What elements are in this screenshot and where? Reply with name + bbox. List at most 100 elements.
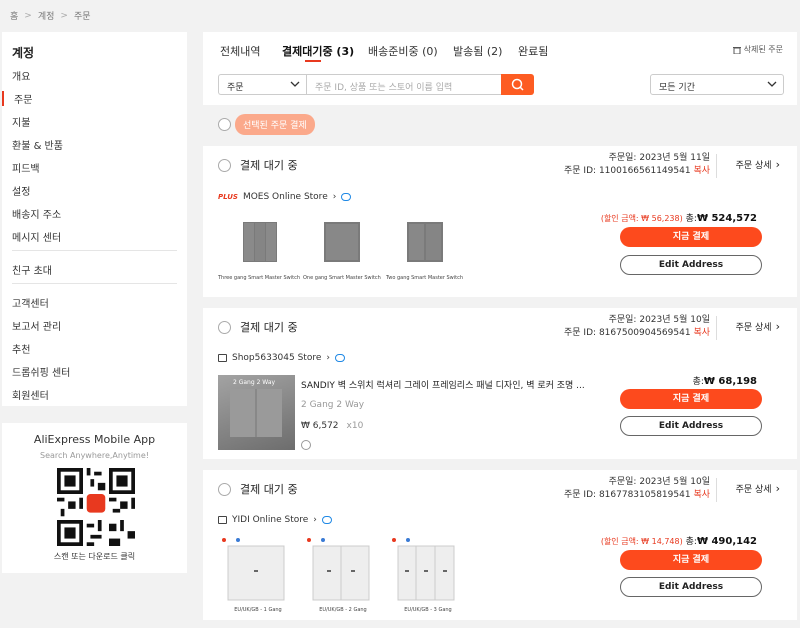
sidebar-item-dropshipping[interactable]: 드롭쉬핑 센터 xyxy=(12,364,70,379)
sidebar-item-reports[interactable]: 보고서 관리 xyxy=(12,318,61,333)
product-thumbnail[interactable]: Three gang Smart Master Switch xyxy=(218,216,300,281)
tab-preparing[interactable]: 배송준비중 (0) xyxy=(368,43,438,59)
pay-now-button[interactable]: 지금 결제 xyxy=(620,389,762,409)
sidebar-item-recommend[interactable]: 추천 xyxy=(12,341,30,356)
edit-address-button[interactable]: Edit Address xyxy=(620,255,762,275)
sidebar-item-membership[interactable]: 회원센터 xyxy=(12,387,49,402)
sidebar-item-refunds[interactable]: 환불 & 반품 xyxy=(12,137,63,152)
store-name[interactable]: Shop5633045 Store xyxy=(232,353,321,363)
sidebar-item-payment[interactable]: 지불 xyxy=(12,114,30,129)
order-detail-label: 주문 상세 xyxy=(735,485,772,495)
sidebar-item-settings[interactable]: 설정 xyxy=(12,183,30,198)
order-status-row: 결제 대기 중 xyxy=(218,319,298,335)
product-image[interactable]: 2 Gang 2 Way xyxy=(218,375,295,450)
order-checkbox[interactable] xyxy=(218,482,231,496)
order-detail-link[interactable]: 주문 상세 › xyxy=(736,320,780,333)
total-label: 총: xyxy=(685,537,697,547)
tab-awaiting-payment[interactable]: 결제대기중 (3) xyxy=(282,43,354,59)
order-checkbox[interactable] xyxy=(218,158,231,172)
product-thumbnail[interactable]: Two gang Smart Master Switch xyxy=(386,216,463,281)
breadcrumb-account[interactable]: 계정 xyxy=(38,9,55,22)
order-date: 2023년 5월 10일 xyxy=(639,315,710,325)
mobile-app-promo: AliExpress Mobile App Search Anywhere,An… xyxy=(2,423,187,573)
select-all-checkbox[interactable] xyxy=(218,118,231,131)
sidebar-item-overview[interactable]: 개요 xyxy=(12,68,30,83)
chat-icon[interactable] xyxy=(321,516,332,524)
product-title[interactable]: SANDIY 벽 스위치 럭셔리 그레이 프레임리스 패널 디자인, 벽 로커 … xyxy=(301,378,601,391)
order-total: (할인 금액: ₩ 56,238) 총:₩ 524,572 xyxy=(601,211,757,224)
order-detail-link[interactable]: 주문 상세 › xyxy=(736,158,780,171)
store-row[interactable]: PLUS MOES Online Store › xyxy=(218,192,352,202)
product-thumbnail[interactable]: EU/UK/GB - 1 Gang xyxy=(218,536,298,613)
search-input[interactable]: 주문 ID, 상품 또는 스토어 이름 입력 xyxy=(306,74,502,95)
store-name[interactable]: YIDI Online Store xyxy=(232,515,308,525)
order-date: 2023년 5월 10일 xyxy=(639,477,710,487)
chevron-right-icon: › xyxy=(326,353,330,363)
search-type-select[interactable]: 주문 xyxy=(218,74,306,95)
plus-badge: PLUS xyxy=(218,193,238,201)
chat-icon[interactable] xyxy=(341,193,352,201)
order-status-row: 결제 대기 중 xyxy=(218,157,298,173)
pay-selected-button[interactable]: 선택된 주문 결제 xyxy=(235,114,315,135)
sidebar-item-support[interactable]: 고객센터 xyxy=(12,295,49,310)
active-tab-indicator xyxy=(305,60,321,62)
sidebar-item-invite[interactable]: 친구 초대 xyxy=(12,262,52,277)
order-total: 총:₩ 68,198 xyxy=(693,374,757,387)
chat-icon[interactable] xyxy=(334,354,345,362)
order-detail-label: 주문 상세 xyxy=(735,323,772,333)
breadcrumb-separator: > xyxy=(60,10,68,21)
tab-all[interactable]: 전체내역 xyxy=(220,43,260,59)
product-caption: EU/UK/GB - 3 Gang xyxy=(404,607,452,613)
trash-icon xyxy=(732,46,741,54)
sidebar-item-orders[interactable]: 주문 xyxy=(2,91,187,106)
discount-amount: (할인 금액: ₩ 14,748) xyxy=(600,537,683,546)
chevron-down-icon xyxy=(290,81,300,87)
product-caption: EU/UK/GB - 1 Gang xyxy=(234,607,282,613)
product-thumbnail[interactable]: EU/UK/GB - 3 Gang xyxy=(388,536,468,613)
switch-product-image xyxy=(323,222,360,262)
store-row[interactable]: Shop5633045 Store › xyxy=(218,353,345,363)
switch-product-image xyxy=(230,389,282,437)
app-title: AliExpress Mobile App xyxy=(33,433,156,446)
order-checkbox[interactable] xyxy=(218,320,231,334)
sidebar-item-messages[interactable]: 메시지 센터 xyxy=(12,229,61,244)
tab-shipped[interactable]: 발송됨 (2) xyxy=(453,43,502,59)
chevron-down-icon xyxy=(767,81,777,87)
product-price: ₩ 6,572 xyxy=(301,421,339,431)
breadcrumb-home[interactable]: 홈 xyxy=(10,9,18,22)
order-detail-link[interactable]: 주문 상세 › xyxy=(736,482,780,495)
qr-code-icon[interactable] xyxy=(57,468,135,546)
copy-order-id-link[interactable]: 복사 xyxy=(693,166,710,176)
copy-order-id-link[interactable]: 복사 xyxy=(693,490,710,500)
switch-product-image xyxy=(303,536,383,601)
deleted-orders-link[interactable]: 삭제된 주문 xyxy=(732,44,783,55)
pay-now-button[interactable]: 지금 결제 xyxy=(620,227,762,247)
chevron-right-icon: › xyxy=(775,158,780,171)
order-meta: 주문일: 2023년 5월 10일 주문 ID: 816750090456954… xyxy=(564,314,710,340)
pay-now-button[interactable]: 지금 결제 xyxy=(620,550,762,570)
search-button[interactable] xyxy=(501,74,534,95)
order-id-label: 주문 ID: xyxy=(564,166,597,176)
store-row[interactable]: YIDI Online Store › xyxy=(218,515,332,525)
chevron-right-icon: › xyxy=(313,515,317,525)
chevron-right-icon: › xyxy=(775,482,780,495)
edit-address-button[interactable]: Edit Address xyxy=(620,416,762,436)
tab-completed[interactable]: 완료됨 xyxy=(518,43,548,59)
sidebar-title: 계정 xyxy=(12,46,35,60)
sidebar-item-feedback[interactable]: 피드백 xyxy=(12,160,40,175)
total-amount: ₩ 68,198 xyxy=(703,376,757,387)
product-caption: Two gang Smart Master Switch xyxy=(386,275,464,281)
product-caption: EU/UK/GB - 2 Gang xyxy=(319,607,367,613)
product-image-caption: 2 Gang 2 Way xyxy=(233,379,276,386)
order-meta: 주문일: 2023년 5월 11일 주문 ID: 110016656114954… xyxy=(564,152,710,178)
product-quantity: x10 xyxy=(346,421,364,431)
total-label: 총: xyxy=(692,377,704,387)
edit-address-button[interactable]: Edit Address xyxy=(620,577,762,597)
store-name[interactable]: MOES Online Store xyxy=(243,192,328,202)
product-thumbnail[interactable]: EU/UK/GB - 2 Gang xyxy=(303,536,383,613)
copy-order-id-link[interactable]: 복사 xyxy=(693,328,710,338)
period-select[interactable]: 모든 기간 xyxy=(650,74,784,95)
product-thumbnail[interactable]: One gang Smart Master Switch xyxy=(303,216,381,281)
order-card: 결제 대기 중 주문일: 2023년 5월 10일 주문 ID: 8167500… xyxy=(203,308,797,459)
sidebar-item-addresses[interactable]: 배송지 주소 xyxy=(12,206,61,221)
